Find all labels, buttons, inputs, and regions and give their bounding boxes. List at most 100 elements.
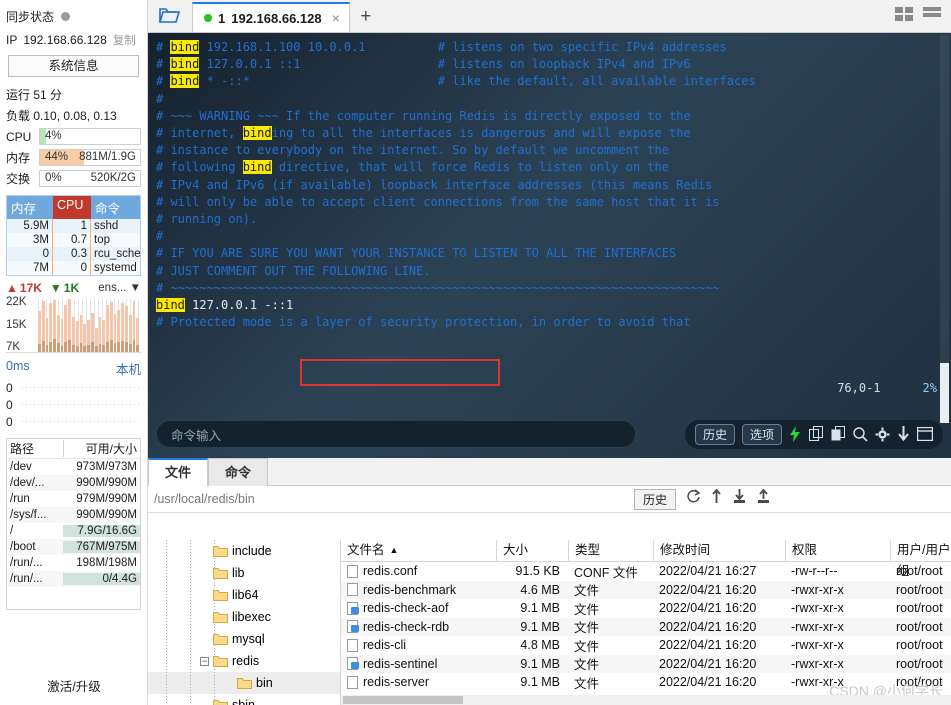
process-col-cpu[interactable]: CPU xyxy=(53,196,91,219)
process-cpu: 1 xyxy=(53,219,91,233)
tree-item[interactable]: − redis xyxy=(148,650,340,672)
cursor-position: 76,0-1 xyxy=(837,381,881,395)
file-time: 2022/04/21 16:20 xyxy=(659,582,757,597)
file-col-type[interactable]: 类型 xyxy=(568,540,653,562)
file-col-size[interactable]: 大小 xyxy=(496,540,568,562)
process-col-command[interactable]: 命令 xyxy=(91,196,140,219)
file-owner: root/root xyxy=(896,675,943,690)
file-panel-tab[interactable]: 文件 xyxy=(148,458,209,486)
paste-icon[interactable] xyxy=(831,426,846,442)
tree-item[interactable]: lib64 xyxy=(148,584,340,606)
command-input[interactable]: 命令输入 xyxy=(156,420,636,448)
disk-row[interactable]: /sys/f... 990M/990M xyxy=(7,507,140,523)
upload-file-icon[interactable] xyxy=(756,488,771,509)
terminal-line: # running on). xyxy=(156,212,258,227)
file-size: 91.5 KB xyxy=(515,564,560,579)
file-icon xyxy=(347,675,358,689)
process-row[interactable]: 5.9M 1 sshd xyxy=(7,219,140,233)
disk-row[interactable]: /dev/... 990M/990M xyxy=(7,475,140,491)
file-row[interactable]: redis-server 9.1 MB 文件 2022/04/21 16:20 -rwx… xyxy=(341,673,951,692)
disk-col-size[interactable]: 可用/大小 xyxy=(64,440,140,457)
current-path[interactable]: /usr/local/redis/bin xyxy=(154,492,628,506)
file-col-time[interactable]: 修改时间 xyxy=(653,540,785,562)
file-history-button[interactable]: 历史 xyxy=(633,488,676,510)
process-row[interactable]: 3M 0.7 top xyxy=(7,233,140,247)
disk-row[interactable]: /boot 767M/975M xyxy=(7,539,140,555)
network-bar xyxy=(83,324,87,352)
tree-expander-icon[interactable]: − xyxy=(200,656,209,666)
network-upload-icon: ▲ xyxy=(6,281,18,295)
grid-view-icon[interactable] xyxy=(895,7,915,26)
window-icon[interactable] xyxy=(917,427,933,441)
file-row[interactable]: redis.conf 91.5 KB CONF 文件 2022/04/21 16:27… xyxy=(341,562,951,581)
file-list-body: redis.conf 91.5 KB CONF 文件 2022/04/21 16:27… xyxy=(341,562,951,692)
disk-row[interactable]: /run 979M/990M xyxy=(7,491,140,507)
latency-row: 0 xyxy=(6,379,141,396)
download-file-icon[interactable] xyxy=(732,489,747,509)
terminal-tab-1[interactable]: 1 192.168.66.128 × xyxy=(192,2,350,32)
download-icon[interactable] xyxy=(897,426,910,442)
tree-item[interactable]: include xyxy=(148,540,340,562)
terminal-line: # bind * -::* # like the default, all av… xyxy=(156,74,756,89)
file-row[interactable]: redis-cli 4.8 MB 文件 2022/04/21 16:20 -rwxr-x… xyxy=(341,636,951,655)
copy-ip-button[interactable]: 复制 xyxy=(113,32,136,48)
folder-open-icon[interactable] xyxy=(148,0,192,32)
lightning-icon[interactable] xyxy=(789,426,802,442)
system-info-button[interactable]: 系统信息 xyxy=(8,55,139,77)
file-owner: root/root xyxy=(896,656,943,671)
terminal-line: # internet, binding to all the interface… xyxy=(156,126,691,141)
ip-row: IP 192.168.66.128 复制 xyxy=(0,30,147,52)
file-row[interactable]: redis-check-rdb 9.1 MB 文件 2022/04/21 16:20 -… xyxy=(341,617,951,636)
process-row[interactable]: 0 0.3 rcu_sche xyxy=(7,247,140,261)
tree-item[interactable]: mysql xyxy=(148,628,340,650)
disk-col-path[interactable]: 路径 xyxy=(7,440,63,457)
file-row[interactable]: redis-check-aof 9.1 MB 文件 2022/04/21 16:20 -… xyxy=(341,599,951,618)
network-bar xyxy=(68,299,72,352)
file-col-perm[interactable]: 权限 xyxy=(785,540,890,562)
disk-size: 198M/198M xyxy=(76,557,137,569)
terminal-panel[interactable]: # bind 192.168.1.100 10.0.0.1 # listens … xyxy=(148,33,951,458)
network-interface-dropdown[interactable]: ens... ▼ xyxy=(98,282,141,294)
file-size: 9.1 MB xyxy=(520,619,560,634)
process-command: sshd xyxy=(94,220,119,232)
tree-item[interactable]: libexec xyxy=(148,606,340,628)
file-list[interactable]: 文件名 ▲ 大小 类型 修改时间 权限 用户/用户组 redis.conf 91.5… xyxy=(341,540,951,705)
gear-icon[interactable] xyxy=(875,427,890,442)
process-command: systemd xyxy=(94,262,137,274)
file-col-name[interactable]: 文件名 ▲ xyxy=(341,540,496,562)
tree-item[interactable]: sbin xyxy=(148,694,340,705)
disk-path: /dev xyxy=(10,461,32,473)
file-panel-tab[interactable]: 命令 xyxy=(208,458,269,486)
terminal-toolbar: 历史 选项 xyxy=(684,419,943,449)
terminal-line: # IPv4 and IPv6 (if available) loopback … xyxy=(156,177,713,192)
upload-arrow-icon[interactable] xyxy=(710,488,723,509)
network-bar xyxy=(90,312,94,352)
terminal-line: # JUST COMMENT OUT THE FOLLOWING LINE. xyxy=(156,263,431,278)
activate-upgrade-link[interactable]: 激活/升级 xyxy=(0,676,148,695)
search-icon[interactable] xyxy=(853,426,868,442)
file-row[interactable]: redis-benchmark 4.6 MB 文件 2022/04/21 16:20 -… xyxy=(341,580,951,599)
new-tab-button[interactable]: + xyxy=(350,2,382,32)
folder-icon xyxy=(213,655,228,667)
close-icon[interactable]: × xyxy=(332,10,340,26)
file-size: 4.6 MB xyxy=(520,582,560,597)
terminal-scrollbar-track[interactable] xyxy=(940,35,949,398)
disk-row[interactable]: / 7.9G/16.6G xyxy=(7,523,140,539)
tree-item[interactable]: bin xyxy=(148,672,340,694)
process-col-memory[interactable]: 内存 xyxy=(7,196,53,219)
copy-icon[interactable] xyxy=(809,426,824,442)
file-row[interactable]: redis-sentinel 9.1 MB 文件 2022/04/21 16:20 -r… xyxy=(341,654,951,673)
terminal-history-button[interactable]: 历史 xyxy=(694,423,735,445)
disk-row[interactable]: /run/... 0/4.4G xyxy=(7,571,140,587)
tree-item[interactable]: lib xyxy=(148,562,340,584)
disk-row[interactable]: /dev 973M/973M xyxy=(7,459,140,475)
file-col-user[interactable]: 用户/用户组 xyxy=(890,540,951,578)
list-view-icon[interactable] xyxy=(923,7,943,26)
file-list-hscrollbar[interactable] xyxy=(341,695,951,705)
cpu-meter: 4% xyxy=(39,128,141,145)
process-row[interactable]: 7M 0 systemd xyxy=(7,261,140,275)
disk-row[interactable]: /run/... 198M/198M xyxy=(7,555,140,571)
directory-tree[interactable]: include lib lib64 libexec mysql − redis bin sbin… xyxy=(148,540,341,705)
terminal-options-button[interactable]: 选项 xyxy=(741,423,782,445)
refresh-icon[interactable] xyxy=(686,489,701,509)
